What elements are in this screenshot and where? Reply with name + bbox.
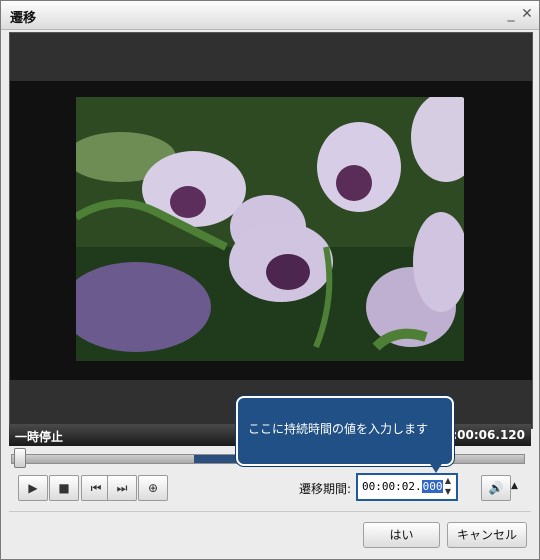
button-divider <box>9 511 531 512</box>
duration-value[interactable]: 00:00:02.000 <box>362 480 444 493</box>
zoom-icon: ⊕ <box>147 481 159 495</box>
playback-status: 一時停止 <box>15 430 64 444</box>
next-frame-button[interactable]: ⏭ <box>107 475 137 501</box>
play-icon: ▶ <box>28 481 38 495</box>
volume-button[interactable]: 🔊 <box>481 475 511 501</box>
transition-dialog: 遷移 _ ✕ 一時停止 00:00:06.120 ▶ ■ ⏮ ⏭ ⊕ 遷移期間:… <box>0 0 540 560</box>
preview-image <box>76 97 464 361</box>
speaker-icon: 🔊 <box>488 481 504 495</box>
video-preview <box>9 32 533 429</box>
ok-button[interactable]: はい <box>363 522 440 548</box>
play-button[interactable]: ▶ <box>18 475 48 501</box>
transition-period-label: 遷移期間: <box>299 482 352 496</box>
stop-button[interactable]: ■ <box>49 475 79 501</box>
cancel-button[interactable]: キャンセル <box>447 522 527 548</box>
next-icon: ⏭ <box>116 481 128 495</box>
input-tooltip: ここに持続時間の値を入力します <box>236 396 454 466</box>
close-icon[interactable]: ✕ <box>519 5 535 23</box>
transition-duration-input[interactable]: 00:00:02.000 ▲ ▼ <box>356 473 458 501</box>
tooltip-text: ここに持続時間の値を入力します <box>248 422 429 436</box>
previous-icon: ⏮ <box>90 481 102 495</box>
zoom-button[interactable]: ⊕ <box>138 475 168 501</box>
window-title: 遷移 <box>10 11 37 26</box>
volume-dropdown-icon[interactable]: ▲ <box>511 481 518 491</box>
tooltip-tail <box>427 459 445 473</box>
seek-thumb[interactable] <box>14 448 26 468</box>
minimize-icon[interactable]: _ <box>503 5 519 23</box>
duration-spinner[interactable]: ▲ ▼ <box>442 475 454 499</box>
stop-icon: ■ <box>58 481 70 495</box>
title-bar: 遷移 _ ✕ <box>1 1 539 30</box>
video-letterbox-top <box>10 33 532 81</box>
